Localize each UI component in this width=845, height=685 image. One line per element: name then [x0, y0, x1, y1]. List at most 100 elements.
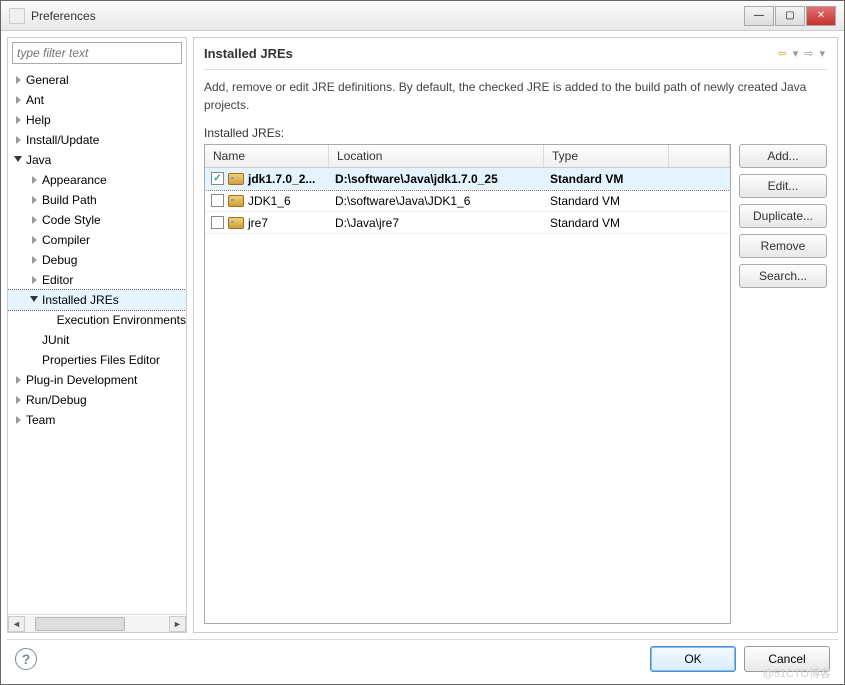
navigation-pane: General Ant Help Install/Update Java Appearan…	[7, 37, 187, 633]
app-icon	[9, 8, 25, 24]
nav-forward-menu[interactable]: ▾	[817, 47, 827, 60]
nav-back-menu[interactable]: ▾	[791, 47, 801, 60]
jre-type: Standard VM	[544, 172, 669, 186]
jre-name: JDK1_6	[248, 194, 291, 208]
jre-location: D:\Java\jre7	[329, 216, 544, 230]
jre-checkbox[interactable]	[211, 216, 224, 229]
tree-item[interactable]: General	[8, 70, 186, 90]
collapse-icon[interactable]	[12, 136, 24, 144]
tree-item-label: Appearance	[42, 173, 107, 187]
content-pane: Installed JREs ⇦ ▾ ⇨ ▾ Add, remove or ed…	[193, 37, 838, 633]
page-title: Installed JREs	[204, 46, 776, 61]
close-button[interactable]: ✕	[806, 6, 836, 26]
tree-item-label: Team	[26, 413, 55, 427]
tree-item[interactable]: Appearance	[8, 170, 186, 190]
jre-type: Standard VM	[544, 194, 669, 208]
col-spare	[669, 145, 730, 167]
tree-item-label: Code Style	[42, 213, 101, 227]
tree-item[interactable]: Help	[8, 110, 186, 130]
horizontal-scrollbar[interactable]: ◄ ►	[8, 614, 186, 632]
tree-item[interactable]: Editor	[8, 270, 186, 290]
collapse-icon[interactable]	[12, 76, 24, 84]
tree-item-label: Java	[26, 153, 51, 167]
scroll-right-arrow[interactable]: ►	[169, 616, 186, 632]
nav-forward-icon[interactable]: ⇨	[802, 47, 815, 60]
jre-name: jdk1.7.0_2...	[248, 172, 315, 186]
expand-icon[interactable]	[28, 297, 40, 303]
scroll-left-arrow[interactable]: ◄	[8, 616, 25, 632]
tree-item[interactable]: Compiler	[8, 230, 186, 250]
jre-location: D:\software\Java\JDK1_6	[329, 194, 544, 208]
search-button[interactable]: Search...	[739, 264, 827, 288]
duplicate-button[interactable]: Duplicate...	[739, 204, 827, 228]
tree-item-label: Build Path	[42, 193, 97, 207]
col-location[interactable]: Location	[329, 145, 544, 167]
collapse-icon[interactable]	[28, 216, 40, 224]
page-description: Add, remove or edit JRE definitions. By …	[204, 78, 827, 114]
col-type[interactable]: Type	[544, 145, 669, 167]
tree-item[interactable]: Plug-in Development	[8, 370, 186, 390]
add-button[interactable]: Add...	[739, 144, 827, 168]
table-header: Name Location Type	[205, 145, 730, 168]
collapse-icon[interactable]	[12, 96, 24, 104]
col-name[interactable]: Name	[205, 145, 329, 167]
watermark: @51CTO博客	[763, 665, 831, 681]
tree-item[interactable]: Ant	[8, 90, 186, 110]
preferences-window: Preferences — ▢ ✕ General Ant Help Install/…	[0, 0, 845, 685]
collapse-icon[interactable]	[28, 236, 40, 244]
maximize-button[interactable]: ▢	[775, 6, 805, 26]
collapse-icon[interactable]	[12, 376, 24, 384]
preferences-tree[interactable]: General Ant Help Install/Update Java Appearan…	[8, 68, 186, 614]
filter-input[interactable]	[12, 42, 182, 64]
expand-icon[interactable]	[12, 157, 24, 163]
nav-back-icon[interactable]: ⇦	[776, 47, 789, 60]
tree-item[interactable]: JUnit	[8, 330, 186, 350]
collapse-icon[interactable]	[12, 116, 24, 124]
tree-item-label: Help	[26, 113, 51, 127]
jre-checkbox[interactable]: ✓	[211, 172, 224, 185]
dialog-footer: ? OK Cancel	[7, 639, 838, 678]
table-label: Installed JREs:	[204, 126, 827, 140]
collapse-icon[interactable]	[12, 416, 24, 424]
titlebar: Preferences — ▢ ✕	[1, 1, 844, 31]
remove-button[interactable]: Remove	[739, 234, 827, 258]
tree-item[interactable]: Code Style	[8, 210, 186, 230]
collapse-icon[interactable]	[28, 176, 40, 184]
jre-icon	[228, 195, 244, 207]
jre-icon	[228, 173, 244, 185]
tree-item[interactable]: Build Path	[8, 190, 186, 210]
jre-location: D:\software\Java\jdk1.7.0_25	[329, 172, 544, 186]
jre-icon	[228, 217, 244, 229]
jre-checkbox[interactable]	[211, 194, 224, 207]
tree-item[interactable]: Execution Environments	[8, 310, 186, 330]
jre-table[interactable]: Name Location Type ✓ jdk1.7.0_2... D:\soft…	[204, 144, 731, 624]
ok-button[interactable]: OK	[650, 646, 736, 672]
tree-item-label: JUnit	[42, 333, 69, 347]
tree-item-label: Properties Files Editor	[42, 353, 160, 367]
tree-item[interactable]: Properties Files Editor	[8, 350, 186, 370]
collapse-icon[interactable]	[12, 396, 24, 404]
tree-item-label: Plug-in Development	[26, 373, 137, 387]
window-title: Preferences	[31, 9, 744, 23]
scroll-thumb[interactable]	[35, 617, 125, 631]
table-row[interactable]: ✓ jdk1.7.0_2... D:\software\Java\jdk1.7.0_…	[205, 168, 730, 190]
tree-item-label: Compiler	[42, 233, 90, 247]
jre-name: jre7	[248, 216, 268, 230]
tree-item[interactable]: Team	[8, 410, 186, 430]
collapse-icon[interactable]	[28, 276, 40, 284]
collapse-icon[interactable]	[28, 196, 40, 204]
table-row[interactable]: JDK1_6 D:\software\Java\JDK1_6Standard VM	[205, 190, 730, 212]
tree-item-label: Debug	[42, 253, 77, 267]
table-row[interactable]: jre7D:\Java\jre7Standard VM	[205, 212, 730, 234]
tree-item[interactable]: Installed JREs	[8, 290, 186, 310]
tree-item[interactable]: Debug	[8, 250, 186, 270]
tree-item-label: Installed JREs	[42, 293, 119, 307]
help-icon[interactable]: ?	[15, 648, 37, 670]
tree-item[interactable]: Java	[8, 150, 186, 170]
tree-item[interactable]: Run/Debug	[8, 390, 186, 410]
tree-item[interactable]: Install/Update	[8, 130, 186, 150]
tree-item-label: General	[26, 73, 69, 87]
collapse-icon[interactable]	[28, 256, 40, 264]
minimize-button[interactable]: —	[744, 6, 774, 26]
edit-button[interactable]: Edit...	[739, 174, 827, 198]
